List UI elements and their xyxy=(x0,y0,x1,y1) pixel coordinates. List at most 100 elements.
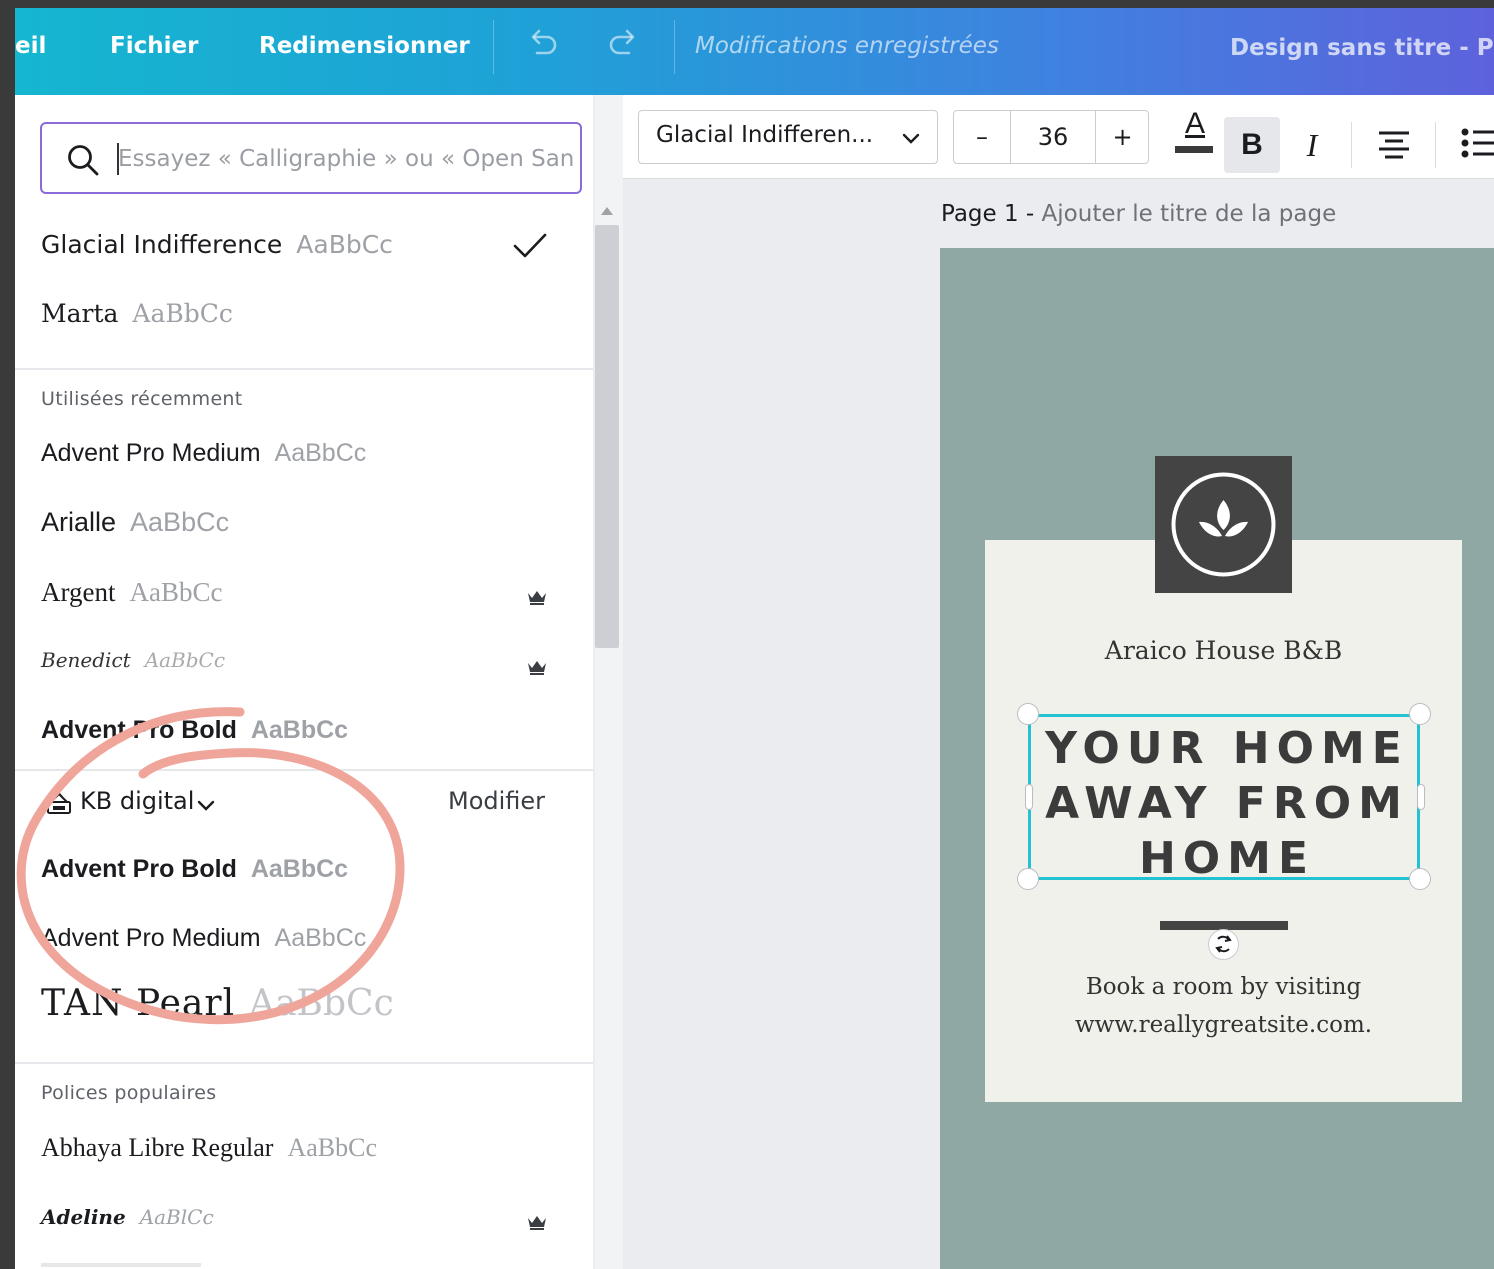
font-item[interactable]: Arialle AaBbCc xyxy=(41,507,229,557)
resize-handle-bottom-left[interactable] xyxy=(1017,868,1039,890)
font-sample: AaBbCc xyxy=(129,577,223,607)
scrollbar-thumb[interactable] xyxy=(595,225,619,648)
visit-text[interactable]: Book a room by visiting www.reallygreats… xyxy=(985,968,1462,1044)
font-item[interactable]: Argent AaBbCc xyxy=(41,577,222,627)
resize-handle-right[interactable] xyxy=(1417,784,1425,810)
logo-block[interactable] xyxy=(1155,456,1292,593)
popular-fonts-heading: Polices populaires xyxy=(41,1082,217,1104)
list-icon[interactable] xyxy=(1461,126,1494,164)
save-status: Modifications enregistrées xyxy=(695,33,999,59)
font-family-dropdown[interactable]: Glacial Indifferen... xyxy=(638,110,938,164)
page-title-placeholder[interactable]: Ajouter le titre de la page xyxy=(1042,201,1337,227)
visit-line: Book a room by visiting xyxy=(1085,974,1362,1000)
section-divider xyxy=(15,1062,593,1064)
toolbar-divider xyxy=(493,20,494,74)
design-page[interactable]: Araico House B&B YOUR HOME AWAY FROM HOM… xyxy=(940,248,1494,1269)
font-sample: AaBbCc xyxy=(130,507,230,537)
font-name: Advent Pro Medium xyxy=(41,439,261,467)
undo-icon[interactable] xyxy=(525,26,561,66)
font-item[interactable]: Advent Pro Medium AaBbCc xyxy=(41,439,366,489)
visit-url: www.reallygreatsite.com. xyxy=(1074,1012,1373,1038)
resize-menu[interactable]: Redimensionner xyxy=(259,8,470,95)
business-name[interactable]: Araico House B&B xyxy=(985,636,1462,665)
crown-icon xyxy=(526,588,548,610)
font-item[interactable]: Advent Pro Bold AaBbCc xyxy=(41,716,348,766)
headline-text[interactable]: YOUR HOME AWAY FROM HOME xyxy=(1031,721,1423,886)
text-toolbar: Glacial Indifferen... – 36 + A xyxy=(623,95,1494,179)
rotate-handle[interactable] xyxy=(1208,929,1239,960)
font-name: Abhaya Libre Regular xyxy=(41,1133,274,1162)
font-name: Advent Pro Medium xyxy=(41,924,261,952)
search-icon xyxy=(66,143,100,181)
font-search-box[interactable] xyxy=(40,122,582,194)
crown-icon xyxy=(526,658,548,680)
font-size-value[interactable]: 36 xyxy=(1011,111,1095,163)
font-sample: AaBbCc xyxy=(132,299,233,328)
font-panel-scrollbar[interactable] xyxy=(595,95,623,1269)
leaf-icon xyxy=(1171,472,1276,577)
app-window: eil Fichier Redimensionner Modifications… xyxy=(15,8,1494,1269)
font-item[interactable]: Abhaya Libre Regular AaBbCc xyxy=(41,1133,377,1183)
increase-size-button[interactable]: + xyxy=(1096,111,1149,163)
font-name: TAN Pearl xyxy=(41,983,236,1024)
headline-selection-box[interactable]: YOUR HOME AWAY FROM HOME xyxy=(1028,714,1420,884)
font-item[interactable]: Adeline AaBlCc xyxy=(41,1205,214,1255)
font-item-partial xyxy=(41,1263,201,1267)
font-sample: AaBbCc xyxy=(249,983,394,1024)
font-sample: AaBbCc xyxy=(287,1133,378,1162)
font-name: Argent xyxy=(41,577,116,607)
home-menu[interactable]: eil xyxy=(15,8,46,95)
edit-brand-kit-link[interactable]: Modifier xyxy=(448,787,545,815)
font-sample: AaBbCc xyxy=(144,648,226,672)
font-name: Glacial Indifference xyxy=(41,230,283,259)
resize-handle-bottom-right[interactable] xyxy=(1409,868,1431,890)
font-item[interactable]: Advent Pro Medium AaBbCc xyxy=(41,924,366,974)
italic-button[interactable]: I xyxy=(1287,117,1337,173)
font-name: Adeline xyxy=(41,1205,126,1229)
headline-line: YOUR HOME xyxy=(1045,723,1409,774)
section-divider xyxy=(15,368,593,370)
redo-icon[interactable] xyxy=(605,26,641,66)
scroll-up-arrow-icon[interactable] xyxy=(601,207,613,215)
font-family-value: Glacial Indifferen... xyxy=(656,122,874,148)
toolbar-divider xyxy=(1351,122,1352,168)
resize-handle-left[interactable] xyxy=(1025,784,1033,810)
page-label[interactable]: Page 1 - Ajouter le titre de la page xyxy=(941,201,1336,227)
chevron-down-icon xyxy=(197,797,215,816)
resize-handle-top-right[interactable] xyxy=(1409,703,1431,725)
top-bar: eil Fichier Redimensionner Modifications… xyxy=(15,8,1494,95)
headline-line: AWAY FROM xyxy=(1045,778,1409,829)
font-search-input[interactable] xyxy=(118,136,573,182)
align-center-icon[interactable] xyxy=(1377,128,1411,164)
font-name: Marta xyxy=(41,299,119,328)
text-color-button[interactable]: A xyxy=(1175,107,1215,153)
decrease-size-button[interactable]: – xyxy=(954,111,1010,163)
font-name: Advent Pro Bold xyxy=(41,716,237,744)
font-name: Advent Pro Bold xyxy=(41,855,237,883)
font-size-stepper[interactable]: – 36 + xyxy=(953,110,1149,164)
font-sample: AaBbCc xyxy=(250,716,349,744)
font-item[interactable]: Benedict AaBbCc xyxy=(41,648,225,698)
file-menu[interactable]: Fichier xyxy=(110,8,198,95)
font-item[interactable]: TAN Pearl AaBbCc xyxy=(41,983,394,1033)
design-title[interactable]: Design sans titre - Publ xyxy=(1230,10,1494,86)
font-sample: AaBbCc xyxy=(274,439,367,467)
font-item[interactable]: Glacial Indifference AaBbCc xyxy=(41,230,393,280)
font-item[interactable]: Advent Pro Bold AaBbCc xyxy=(41,855,348,905)
page-number: Page 1 xyxy=(941,201,1019,227)
bold-label: B xyxy=(1241,128,1263,161)
toolbar-divider xyxy=(1435,122,1436,168)
bold-button[interactable]: B xyxy=(1224,117,1280,173)
headline-line: HOME xyxy=(1138,833,1316,884)
check-icon xyxy=(513,231,547,265)
font-sample: AaBlCc xyxy=(139,1205,214,1229)
page-separator: - xyxy=(1018,201,1042,227)
rotate-icon xyxy=(1215,935,1232,953)
recent-fonts-heading: Utilisées récemment xyxy=(41,388,243,410)
font-sample: AaBbCc xyxy=(296,230,393,259)
resize-handle-top-left[interactable] xyxy=(1017,703,1039,725)
font-name: Benedict xyxy=(41,648,131,672)
chevron-down-icon xyxy=(901,128,921,152)
font-sample: AaBbCc xyxy=(274,924,367,952)
font-item[interactable]: Marta AaBbCc xyxy=(41,299,233,349)
